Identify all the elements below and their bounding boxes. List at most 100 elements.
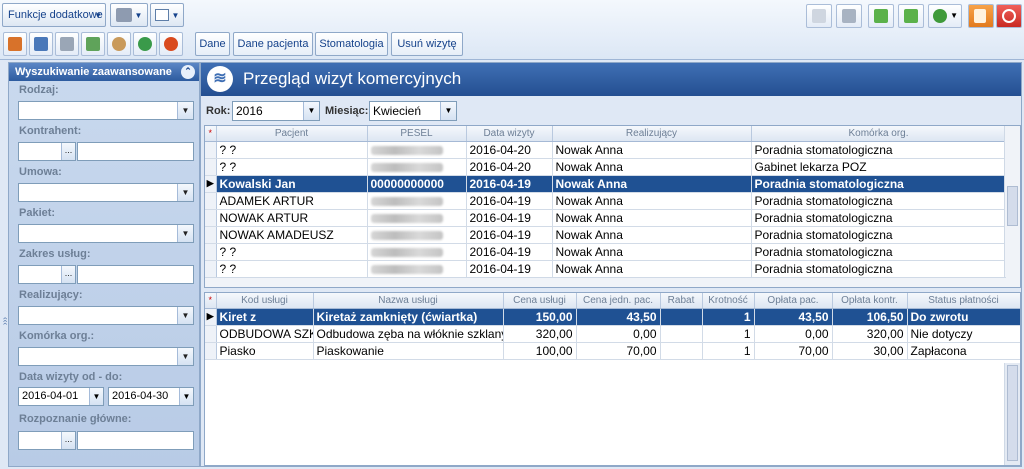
- realizujacy-select[interactable]: ▼: [18, 306, 194, 325]
- label-rozpoznanie: Rozpoznanie główne:: [19, 413, 132, 425]
- label-realizujacy: Realizujący:: [19, 289, 83, 301]
- home-button[interactable]: [3, 32, 27, 56]
- power-button[interactable]: [996, 4, 1022, 28]
- lock-button[interactable]: [968, 4, 994, 28]
- calendar-button[interactable]: [29, 32, 53, 56]
- column-header[interactable]: Realizujący: [552, 126, 752, 142]
- scrollbar-thumb[interactable]: [1007, 365, 1018, 461]
- table-row[interactable]: ? ? 2016-04-20 Nowak Anna Poradnia stomatol…: [205, 141, 1007, 159]
- column-header[interactable]: Komórka org.: [751, 126, 1007, 142]
- table-cell: 2016-04-19: [466, 192, 553, 210]
- pesel-blurred: [367, 192, 467, 210]
- ellipsis-icon[interactable]: ...: [61, 432, 75, 449]
- date-to-value: 2016-04-30: [112, 390, 169, 402]
- functions-label: Funkcje dodatkowe: [8, 9, 103, 21]
- pesel-blurred: [367, 226, 467, 244]
- column-header[interactable]: Cena usługi: [503, 293, 577, 309]
- miesiac-select[interactable]: Kwiecień ▼: [369, 101, 457, 121]
- refresh-button[interactable]: [133, 32, 157, 56]
- tab-dane[interactable]: Dane: [195, 32, 230, 56]
- column-header[interactable]: Cena jedn. pac.: [576, 293, 661, 309]
- tab-dane-pacjenta[interactable]: Dane pacjenta: [233, 32, 313, 56]
- up-button[interactable]: [898, 4, 924, 28]
- table-cell: Poradnia stomatologiczna: [751, 243, 1007, 261]
- table-cell: Poradnia stomatologiczna: [751, 175, 1007, 193]
- table-cell: 0,00: [754, 325, 833, 343]
- column-header[interactable]: Krotność: [702, 293, 755, 309]
- table-row[interactable]: NOWAK AMADEUSZ 2016-04-19 Nowak Anna Poradn…: [205, 226, 1007, 244]
- table-row[interactable]: ADAMEK ARTUR 2016-04-19 Nowak Anna Poradnia…: [205, 192, 1007, 210]
- column-header[interactable]: PESEL: [367, 126, 467, 142]
- panel-splitter[interactable]: ‹‹‹: [0, 62, 10, 467]
- umowa-select[interactable]: ▼: [18, 183, 194, 202]
- mail-button[interactable]: [806, 4, 832, 28]
- row-indicator: [205, 260, 217, 278]
- table-row[interactable]: NOWAK ARTUR 2016-04-19 Nowak Anna Poradnia …: [205, 209, 1007, 227]
- functions-dropdown-button[interactable]: Funkcje dodatkowe ▼: [2, 3, 106, 27]
- horizontal-scrollbar[interactable]: [205, 277, 1006, 287]
- chevron-down-icon: ▼: [89, 388, 103, 405]
- column-header[interactable]: Rabat: [660, 293, 703, 309]
- table-row-selected[interactable]: ▶ Kowalski Jan 00000000000 2016-04-19 Nowak …: [205, 175, 1007, 193]
- table-cell: Nowak Anna: [552, 141, 752, 159]
- column-header[interactable]: Data wizyty: [466, 126, 553, 142]
- print-dropdown-button[interactable]: ▼: [110, 3, 148, 27]
- date-from-input[interactable]: 2016-04-01 ▼: [18, 387, 104, 406]
- table-cell: 30,00: [832, 342, 908, 360]
- komorka-select[interactable]: ▼: [18, 347, 194, 366]
- date-to-input[interactable]: 2016-04-30 ▼: [108, 387, 194, 406]
- table-cell: 0,00: [576, 325, 661, 343]
- row-indicator: [205, 226, 217, 244]
- pakiet-select[interactable]: ▼: [18, 224, 194, 243]
- table-row-selected[interactable]: ▶ Kiret z Kiretaż zamknięty (ćwiartka) 150,…: [205, 308, 1020, 326]
- stethoscope-button[interactable]: [55, 32, 79, 56]
- column-header[interactable]: Opłata kontr.: [832, 293, 908, 309]
- settings-button[interactable]: [159, 32, 183, 56]
- column-header[interactable]: Kod usługi: [216, 293, 314, 309]
- ellipsis-icon[interactable]: ...: [61, 143, 75, 160]
- rozpoznanie-picker[interactable]: ...: [18, 431, 76, 450]
- column-header[interactable]: Status płatności: [907, 293, 1020, 309]
- collapse-up-icon[interactable]: ⌃: [181, 65, 195, 79]
- vertical-scrollbar[interactable]: [1004, 363, 1020, 465]
- vertical-scrollbar[interactable]: [1004, 126, 1020, 287]
- layout-dropdown-button[interactable]: ▼: [150, 3, 184, 27]
- column-header[interactable]: Nazwa usługi: [313, 293, 504, 309]
- label-kontrahent: Kontrahent:: [19, 125, 82, 137]
- zakres-picker[interactable]: ...: [18, 265, 76, 284]
- visits-grid: * Pacjent PESEL Data wizyty Realizujący …: [204, 125, 1021, 288]
- help-button[interactable]: ▼: [928, 4, 962, 28]
- table-row[interactable]: ? ? 2016-04-19 Nowak Anna Poradnia stomatol…: [205, 243, 1007, 261]
- table-cell: Nowak Anna: [552, 226, 752, 244]
- rok-select[interactable]: 2016 ▼: [232, 101, 320, 121]
- back-button[interactable]: [868, 4, 894, 28]
- home-icon: [8, 37, 22, 51]
- network-button[interactable]: [836, 4, 862, 28]
- ellipsis-icon[interactable]: ...: [61, 266, 75, 283]
- table-cell: Do zwrotu: [907, 308, 1020, 326]
- kontrahent-picker[interactable]: ...: [18, 142, 76, 161]
- table-cell: 320,00: [503, 325, 577, 343]
- table-cell: ? ?: [216, 260, 368, 278]
- table-cell: 150,00: [503, 308, 577, 326]
- column-header[interactable]: Opłata pac.: [754, 293, 833, 309]
- documents-button[interactable]: [81, 32, 105, 56]
- table-row[interactable]: ? ? 2016-04-20 Nowak Anna Gabinet lekarza P…: [205, 158, 1007, 176]
- row-pointer-icon: ▶: [205, 175, 217, 193]
- visits-header-row: * Pacjent PESEL Data wizyty Realizujący …: [205, 126, 1007, 142]
- table-row[interactable]: ODBUDOWA SZKLOdbudowa zęba na włóknie sz…: [205, 325, 1020, 343]
- rodzaj-select[interactable]: ▼: [18, 101, 194, 120]
- table-cell: 2016-04-20: [466, 158, 553, 176]
- scrollbar-thumb[interactable]: [1007, 186, 1018, 226]
- table-cell: 2016-04-19: [466, 226, 553, 244]
- delete-visit-button[interactable]: Usuń wizytę: [391, 32, 463, 56]
- patients-button[interactable]: [107, 32, 131, 56]
- chevron-down-icon: ▼: [177, 102, 193, 119]
- page-title: Przegląd wizyt komercyjnych: [243, 69, 462, 88]
- tab-stomatologia[interactable]: Stomatologia: [315, 32, 388, 56]
- table-row[interactable]: ? ? 2016-04-19 Nowak Anna Poradnia stomatol…: [205, 260, 1007, 278]
- table-cell: 2016-04-19: [466, 260, 553, 278]
- table-cell: 100,00: [503, 342, 577, 360]
- column-header[interactable]: Pacjent: [216, 126, 368, 142]
- table-row[interactable]: Piasko Piaskowanie 100,00 70,00 1 70,00 30,00 Z…: [205, 342, 1020, 360]
